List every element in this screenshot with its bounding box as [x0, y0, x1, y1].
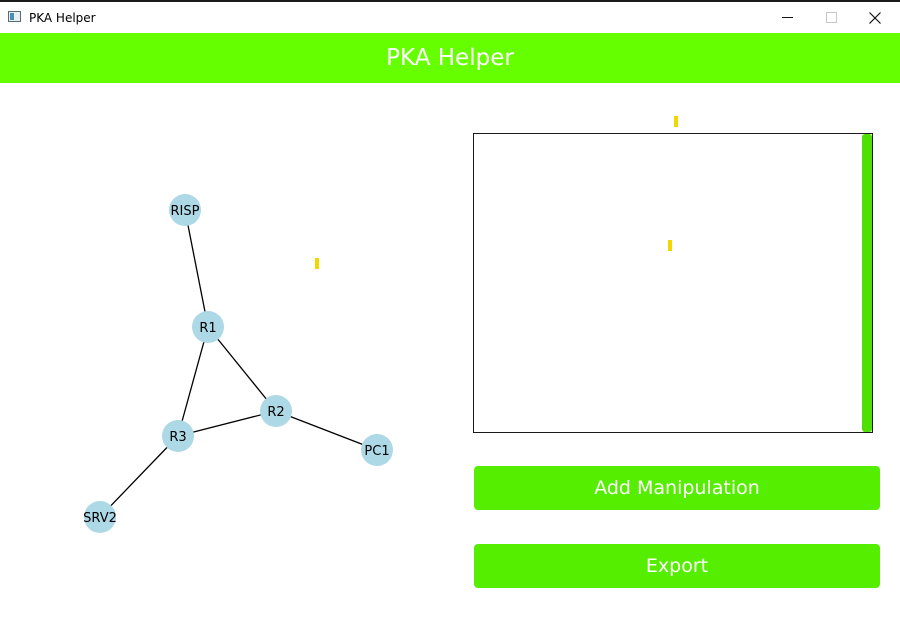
add-manipulation-button[interactable]: Add Manipulation [474, 466, 880, 510]
minimize-icon [781, 17, 793, 18]
app-header: PKA Helper [0, 33, 900, 83]
edge-r1-r3 [177, 326, 209, 437]
cursor-marker [668, 240, 672, 251]
edge-risp-r1 [184, 209, 209, 328]
edge-r1-r2 [207, 326, 277, 412]
node-r1[interactable]: R1 [192, 311, 224, 343]
node-label: RISP [171, 204, 200, 219]
window-title: PKA Helper [29, 11, 96, 25]
network-graph: RISP R1 R2 R3 PC1 SRV2 [0, 83, 460, 631]
app-icon [8, 11, 21, 22]
node-r2[interactable]: R2 [260, 395, 292, 427]
node-label: R2 [267, 405, 284, 420]
node-label: R3 [169, 430, 186, 445]
export-button[interactable]: Export [474, 544, 880, 588]
network-graph-canvas: RISP R1 R2 R3 PC1 SRV2 [83, 194, 393, 533]
close-icon [869, 11, 881, 24]
node-label: SRV2 [83, 511, 117, 526]
node-pc1[interactable]: PC1 [361, 434, 393, 466]
minimize-button[interactable] [764, 2, 810, 33]
maximize-icon [825, 12, 837, 23]
header-title: PKA Helper [386, 45, 514, 71]
node-r3[interactable]: R3 [162, 420, 194, 452]
node-srv2[interactable]: SRV2 [83, 501, 117, 533]
maximize-button[interactable] [808, 2, 854, 33]
node-risp[interactable]: RISP [169, 194, 201, 226]
node-label: R1 [199, 321, 216, 336]
edge-r2-pc1 [275, 410, 378, 451]
close-button[interactable] [852, 2, 898, 33]
title-bar: PKA Helper [0, 0, 900, 33]
cursor-marker [315, 258, 319, 269]
cursor-marker [674, 116, 678, 127]
list-scrollbar[interactable] [862, 134, 872, 432]
node-label: PC1 [364, 444, 389, 459]
edge-r3-srv2 [99, 435, 179, 518]
manipulation-list[interactable] [473, 133, 873, 433]
